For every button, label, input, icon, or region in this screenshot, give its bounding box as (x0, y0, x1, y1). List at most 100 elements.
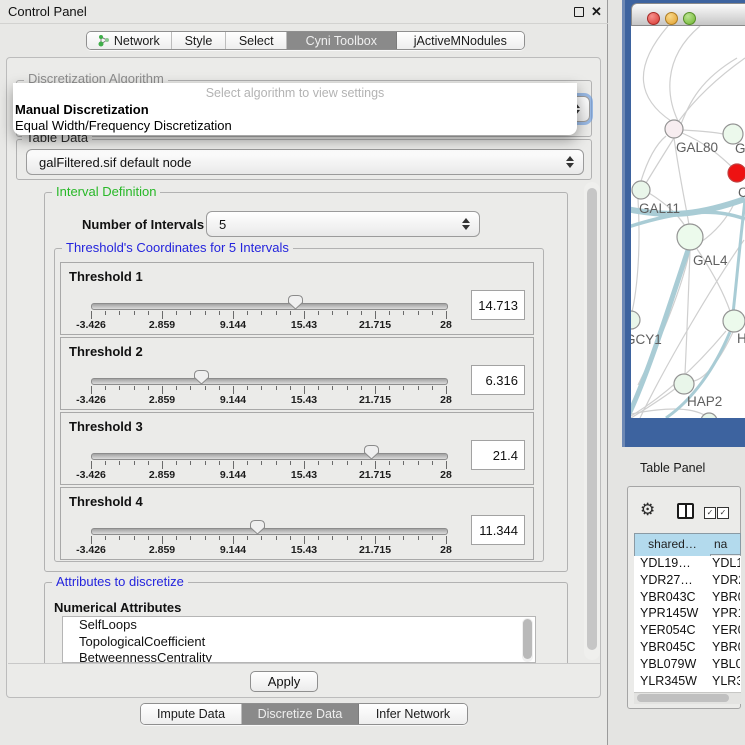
threshold-1-value-field[interactable]: 14.713 (471, 290, 525, 320)
interval-definition-group-label: Interval Definition (52, 185, 160, 199)
threshold-1-label: Threshold 1 (69, 269, 143, 284)
number-of-intervals-label: Number of Intervals (82, 217, 204, 232)
table-row[interactable]: YBL079WYBL0 (634, 657, 741, 674)
threshold-3-slider-handle[interactable] (363, 444, 380, 460)
tick-label: 28 (419, 469, 473, 481)
network-canvas[interactable]: GAL80 GA C GAL11 GAL4 GCY1 H HAP2 (631, 26, 745, 418)
tab-cyni-toolbox-label: Cyni Toolbox (306, 34, 377, 48)
node-red-selected[interactable] (728, 164, 745, 182)
cell: YDL19… (634, 556, 712, 570)
cell: YBR043C (634, 590, 712, 604)
table-row[interactable]: YLR345WYLR3 (634, 674, 741, 691)
network-icon (98, 34, 110, 47)
threshold-4-value-field[interactable]: 11.344 (471, 515, 525, 545)
table-row[interactable]: YDL19…YDL1 (634, 556, 741, 573)
node-label: HAP2 (687, 394, 722, 409)
close-traffic-light[interactable] (647, 12, 660, 25)
column-header-shared-name[interactable]: shared… (634, 533, 711, 557)
tick-label: -3.426 (64, 319, 118, 331)
attributes-group-label: Attributes to discretize (52, 575, 188, 589)
node-label: GCY1 (631, 332, 662, 347)
list-item[interactable]: BetweennessCentrality (63, 650, 535, 663)
node-h[interactable] (723, 310, 745, 332)
threshold-1-slider-handle[interactable] (287, 294, 304, 310)
screen: Control Panel ✕ Network Style Select Cyn… (0, 0, 745, 745)
node-gal80[interactable] (665, 120, 683, 138)
float-window-icon[interactable] (574, 7, 584, 17)
threshold-3-value-field[interactable]: 21.4 (471, 440, 525, 470)
control-panel-window: Control Panel ✕ Network Style Select Cyn… (0, 0, 608, 745)
algorithm-option-manual[interactable]: Manual Discretization (15, 102, 149, 117)
minimize-traffic-light[interactable] (665, 12, 678, 25)
threshold-2-slider-handle[interactable] (193, 369, 210, 385)
node-gcy1[interactable] (631, 311, 640, 329)
node-label: C (738, 185, 745, 200)
threshold-3-panel: Threshold 3 -3.426 2.859 9.144 15.43 21.… (60, 412, 534, 485)
threshold-4-slider-handle[interactable] (249, 519, 266, 535)
tick-label: 28 (419, 319, 473, 331)
close-icon[interactable]: ✕ (591, 4, 602, 20)
settings-scrollbar-thumb[interactable] (587, 188, 597, 650)
table-row[interactable]: YBR045CYBR0 (634, 640, 741, 657)
tab-jactivemnodules[interactable]: jActiveMNodules (397, 32, 524, 49)
threshold-4-slider[interactable] (91, 528, 448, 535)
table-panel-title: Table Panel (640, 461, 705, 475)
tab-select[interactable]: Select (226, 32, 287, 49)
threshold-2-value-field[interactable]: 6.316 (471, 365, 525, 395)
table-data-combobox[interactable]: galFiltered.sif default node (26, 149, 584, 175)
tick-label: -3.426 (64, 469, 118, 481)
tab-impute-data[interactable]: Impute Data (141, 704, 242, 724)
list-item[interactable]: SelfLoops (63, 617, 535, 634)
columns-icon[interactable] (677, 503, 694, 519)
threshold-2-panel: Threshold 2 -3.426 2.859 9.144 15.43 21.… (60, 337, 534, 410)
tab-jactivemnodules-label: jActiveMNodules (414, 34, 507, 48)
table-horizontal-scrollbar-thumb[interactable] (637, 694, 729, 702)
control-panel-titlebar: Control Panel ✕ (0, 0, 608, 24)
tab-style[interactable]: Style (172, 32, 227, 49)
node-gal11[interactable] (632, 181, 650, 199)
window-title: Control Panel (8, 4, 87, 19)
checkbox-icon[interactable]: ✓ (704, 507, 716, 519)
threshold-3-label: Threshold 3 (69, 419, 143, 434)
threshold-4-panel: Threshold 4 -3.426 2.859 9.144 15.43 21.… (60, 487, 534, 560)
node-hap2[interactable] (674, 374, 694, 394)
table-data-combobox-value: galFiltered.sif default node (39, 155, 191, 170)
cell: YER054C (634, 623, 712, 637)
tick-label: 2.859 (135, 319, 189, 331)
node-partial[interactable] (701, 413, 717, 418)
threshold-3-slider[interactable] (91, 453, 448, 460)
tick-label: -3.426 (64, 544, 118, 556)
tab-network-label: Network (114, 34, 160, 48)
tab-network[interactable]: Network (87, 32, 172, 49)
tick-label: 21.715 (348, 394, 402, 406)
threshold-1-slider[interactable] (91, 303, 448, 310)
list-scrollbar[interactable] (522, 618, 533, 662)
tab-discretize-data[interactable]: Discretize Data (242, 704, 359, 724)
threshold-2-slider[interactable] (91, 378, 448, 385)
threshold-1-panel: Threshold 1 -3.426 2.859 9.144 15.43 21.… (60, 262, 534, 335)
cell: YBR045C (634, 640, 712, 654)
algorithm-option-equal-width[interactable]: Equal Width/Frequency Discretization (15, 118, 232, 133)
node-gal4[interactable] (677, 224, 703, 250)
scroll-viewport-edge (8, 663, 600, 664)
algorithm-dropdown-popup: Select algorithm to view settings Manual… (13, 83, 577, 135)
tab-impute-data-label: Impute Data (157, 707, 225, 721)
list-scrollbar-thumb[interactable] (523, 619, 532, 659)
tab-cyni-toolbox[interactable]: Cyni Toolbox (287, 32, 397, 49)
table-row[interactable]: YBR043CYBR0 (634, 590, 741, 607)
table-row[interactable]: YER054CYER0 (634, 623, 741, 640)
table-row[interactable]: YPR145WYPR1 (634, 606, 741, 623)
gear-icon[interactable]: ⚙ (640, 501, 655, 518)
tab-infer-network[interactable]: Infer Network (359, 704, 467, 724)
zoom-traffic-light[interactable] (683, 12, 696, 25)
column-header-name[interactable]: na (710, 533, 741, 555)
algorithm-placeholder-item[interactable]: Select algorithm to view settings (13, 86, 577, 100)
apply-button[interactable]: Apply (250, 671, 318, 692)
network-window-titlebar[interactable] (631, 3, 745, 26)
table-row[interactable]: YDR27…YDR2 (634, 573, 741, 590)
list-item[interactable]: TopologicalCoefficient (63, 634, 535, 651)
checkbox-icon[interactable]: ✓ (717, 507, 729, 519)
tick-label: 15.43 (277, 319, 331, 331)
cyni-mode-tab-bar: Impute Data Discretize Data Infer Networ… (140, 703, 468, 725)
number-of-intervals-combobox[interactable]: 5 (206, 211, 480, 237)
